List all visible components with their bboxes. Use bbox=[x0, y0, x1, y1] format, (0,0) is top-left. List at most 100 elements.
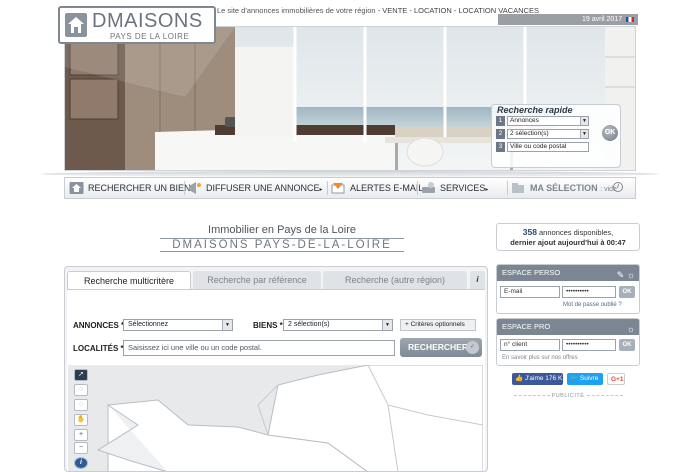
tools-icon bbox=[422, 182, 435, 193]
twitter-follow-label: Suivre bbox=[579, 375, 599, 382]
step-number: 2 bbox=[496, 129, 505, 139]
password-field[interactable]: •••••••••• bbox=[562, 286, 616, 298]
nav-label: DIFFUSER UNE ANNONCE bbox=[206, 183, 320, 193]
advertising-label: PUBLICITÉ bbox=[496, 393, 640, 399]
page-title: Immobilier en Pays de la Loire bbox=[208, 224, 356, 236]
site-tagline: Le site d'annonces immobilières de votre… bbox=[217, 6, 539, 15]
publicite-text: PUBLICITÉ bbox=[551, 393, 585, 399]
search-button[interactable]: RECHERCHER ✓ bbox=[400, 338, 482, 357]
tab-par-reference[interactable]: Recherche par référence bbox=[193, 271, 321, 289]
quick-search-ok-button[interactable]: OK bbox=[601, 124, 619, 142]
search-form: ANNONCES * Sélectionnez ▼ BIENS * 2 séle… bbox=[67, 289, 485, 471]
current-date: 19 avril 2017 bbox=[582, 16, 623, 23]
biens-value: 2 sélection(s) bbox=[288, 321, 330, 328]
pan-up-icon[interactable]: ○ bbox=[74, 384, 88, 396]
quick-annonces-value: Annonces bbox=[510, 117, 539, 124]
nav-label: SERVICES bbox=[440, 183, 486, 193]
main-nav: RECHERCHER UN BIEN ▸ DIFFUSER UNE ANNONCE… bbox=[64, 177, 636, 199]
quick-ville-input[interactable]: Ville ou code postal bbox=[507, 142, 589, 152]
nav-divider bbox=[327, 181, 328, 195]
biens-select[interactable]: 2 sélection(s) ▼ bbox=[283, 319, 393, 331]
quick-search-row-ville: 3 Ville ou code postal bbox=[496, 142, 589, 152]
espace-perso-title: ESPACE PERSO ✎ ☼ bbox=[497, 265, 639, 281]
biens-label: BIENS * bbox=[253, 321, 283, 330]
google-plus-button[interactable]: G+1 bbox=[607, 373, 625, 385]
info-icon[interactable]: i bbox=[470, 271, 485, 289]
france-flag-icon[interactable] bbox=[626, 17, 634, 22]
check-icon: ✓ bbox=[466, 341, 479, 354]
quick-ville-placeholder: Ville ou code postal bbox=[510, 143, 567, 150]
optional-criteria-button[interactable]: + Critères optionnels bbox=[400, 319, 476, 331]
step-number: 1 bbox=[496, 116, 505, 126]
search-panel: Recherche multicritère Recherche par réf… bbox=[64, 266, 488, 472]
map-shapes bbox=[68, 365, 483, 471]
client-number-field[interactable]: n° client bbox=[500, 339, 560, 351]
quick-biens-value: 2 sélection(s) bbox=[510, 130, 549, 137]
annonces-value: Sélectionnez bbox=[128, 321, 169, 328]
house-logo-icon bbox=[65, 13, 87, 37]
logo-subtitle: PAYS DE LA LOIRE bbox=[110, 32, 190, 41]
page: Le site d'annonces immobilières de votre… bbox=[0, 0, 700, 472]
nav-divider bbox=[507, 181, 508, 195]
pointer-tool-icon[interactable]: ➚ bbox=[74, 369, 88, 381]
info-icon[interactable]: i bbox=[613, 182, 623, 192]
login-ok-button[interactable]: OK bbox=[619, 286, 635, 298]
annonces-select[interactable]: Sélectionnez ▼ bbox=[123, 319, 233, 331]
hand-tool-icon[interactable]: ✋ bbox=[74, 414, 88, 426]
quick-search-row-annonces: 1 Annonces ▼ bbox=[496, 116, 589, 126]
pro-login-ok-button[interactable]: OK bbox=[619, 339, 635, 351]
quick-search-title: Recherche rapide bbox=[497, 105, 573, 115]
espace-pro-box: ESPACE PRO ☼ n° client •••••••••• OK En … bbox=[496, 318, 640, 366]
folder-icon bbox=[512, 183, 524, 193]
facebook-icon: 👍 bbox=[515, 375, 524, 382]
espace-perso-heading: ESPACE PERSO bbox=[502, 268, 561, 277]
nav-divider bbox=[417, 181, 418, 195]
user-key-icon: ✎ ☼ bbox=[616, 270, 635, 280]
quick-annonces-select[interactable]: Annonces ▼ bbox=[507, 116, 589, 126]
email-field[interactable]: E-mail bbox=[500, 286, 560, 298]
nav-label: MA SÉLECTION bbox=[530, 183, 598, 193]
site-logo[interactable]: DMAISONS PAYS DE LA LOIRE bbox=[58, 6, 216, 44]
quick-search-row-biens: 2 2 sélection(s) ▼ bbox=[496, 129, 589, 139]
twitter-follow-button[interactable]: 🐦 Suivre bbox=[567, 373, 603, 385]
zoom-in-icon[interactable]: + bbox=[74, 429, 88, 441]
region-map[interactable]: ➚ ○ ○ ✋ + − i bbox=[68, 365, 483, 471]
quick-biens-select[interactable]: 2 sélection(s) ▼ bbox=[507, 129, 589, 139]
map-info-icon[interactable]: i bbox=[74, 457, 88, 469]
pro-password-field[interactable]: •••••••••• bbox=[562, 339, 616, 351]
espace-perso-box: ESPACE PERSO ✎ ☼ E-mail •••••••••• OK Mo… bbox=[496, 264, 640, 314]
chevron-down-icon: ▼ bbox=[580, 117, 588, 125]
facebook-like-button[interactable]: 👍 J'aime 176 K bbox=[512, 373, 563, 385]
nav-divider bbox=[184, 181, 185, 195]
tab-autre-region[interactable]: Recherche (autre région) bbox=[323, 271, 467, 289]
forgot-password-link[interactable]: Mot de passe oublié ? bbox=[563, 302, 622, 308]
zoom-out-icon[interactable]: − bbox=[74, 442, 88, 454]
tagline-text: Le site d'annonces immobilières de votre… bbox=[217, 6, 376, 15]
search-button-label: RECHERCHER bbox=[408, 342, 468, 352]
step-number: 3 bbox=[496, 142, 505, 152]
logo-title: DMAISONS bbox=[92, 10, 203, 32]
listing-count-text: annonces disponibles, bbox=[539, 228, 614, 237]
nav-arrow-icon: ▸ bbox=[485, 187, 489, 193]
tab-multicritere[interactable]: Recherche multicritère bbox=[67, 271, 191, 289]
twitter-icon: 🐦 bbox=[570, 375, 579, 382]
facebook-like-label: J'aime 176 K bbox=[524, 375, 563, 382]
date-bar: 19 avril 2017 bbox=[498, 14, 638, 25]
email-alert-icon bbox=[331, 183, 345, 194]
nav-arrow-icon: ▸ bbox=[319, 187, 323, 193]
espace-pro-heading: ESPACE PRO bbox=[502, 322, 551, 331]
listing-count: 358 bbox=[522, 227, 537, 237]
chevron-down-icon: ▼ bbox=[382, 320, 392, 330]
localites-input[interactable]: Saisissez ici une ville ou un code posta… bbox=[123, 340, 395, 356]
chevron-down-icon: ▼ bbox=[580, 130, 588, 138]
pro-icon: ☼ bbox=[626, 324, 635, 334]
pan-down-icon[interactable]: ○ bbox=[74, 399, 88, 411]
last-update: dernier ajout aujourd'hui à 00:47 bbox=[510, 238, 626, 247]
nav-label: RECHERCHER UN BIEN bbox=[88, 183, 191, 193]
espace-pro-title: ESPACE PRO ☼ bbox=[497, 319, 639, 335]
offers-link[interactable]: En savoir plus sur nos offres bbox=[502, 355, 578, 361]
page-subtitle: DMAISONS PAYS-DE-LA-LOIRE bbox=[160, 238, 404, 252]
localites-label: LOCALITÉS * bbox=[73, 344, 124, 353]
megaphone-icon bbox=[189, 182, 201, 194]
nav-label: ALERTES E-MAIL bbox=[350, 183, 424, 193]
